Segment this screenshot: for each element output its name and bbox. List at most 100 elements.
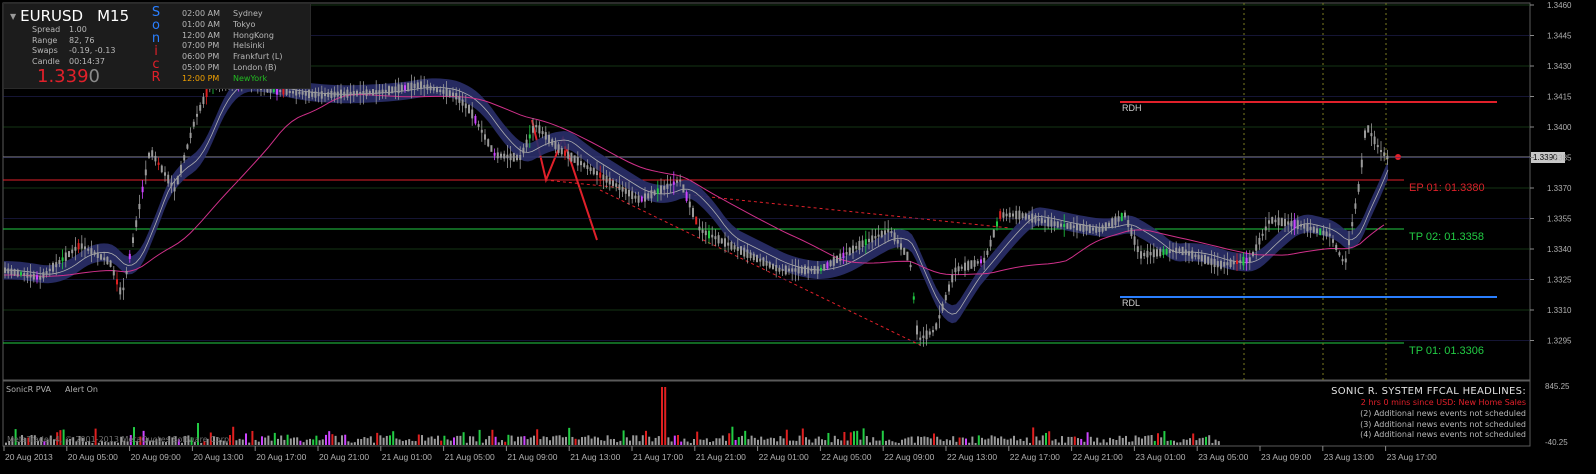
candle-body <box>423 85 426 88</box>
volume-bar <box>619 440 622 445</box>
candle-body <box>701 229 704 233</box>
trendline-upper[interactable] <box>544 179 1011 229</box>
candle-body <box>1271 217 1274 224</box>
market-sessions-list: 02:00 AM Sydney 01:00 AM Tokyo 12:00 AM HongK… <box>182 9 282 85</box>
volume-bar <box>795 440 798 445</box>
candle-body <box>631 191 634 200</box>
stat-row: Swaps -0.19, -0.13 <box>32 46 115 57</box>
candle-body <box>1213 258 1216 268</box>
volume-bar <box>587 435 590 445</box>
time-tick-label: 22 Aug 21:00 <box>1073 452 1123 462</box>
time-tick-label: 23 Aug 05:00 <box>1198 452 1248 462</box>
candle-body <box>916 325 918 335</box>
candle-body <box>330 90 333 98</box>
candle-body <box>1184 249 1187 255</box>
candle-body <box>698 226 701 231</box>
candle-body <box>900 243 902 250</box>
candle-body <box>535 125 538 128</box>
volume-bar <box>232 426 235 445</box>
session-row: 12:00 AM HongKong <box>182 31 282 42</box>
volume-bar <box>241 439 244 445</box>
volume-bar <box>1083 441 1086 445</box>
candle-body <box>548 135 550 143</box>
candle-body <box>602 174 605 180</box>
time-tick-label: 22 Aug 17:00 <box>1010 452 1060 462</box>
candle-body <box>372 89 374 96</box>
volume-bar <box>1067 436 1070 445</box>
candle-body <box>887 229 890 233</box>
volume-bar <box>1064 442 1067 445</box>
candle-body <box>20 272 22 276</box>
collapse-triangle-icon[interactable]: ▼ <box>10 12 16 21</box>
volume-bar <box>376 432 379 445</box>
volume-bar <box>1205 436 1207 445</box>
volume-bar <box>622 430 625 445</box>
candle-body <box>282 88 285 95</box>
price-tick-label: 1.3355 <box>1547 215 1572 224</box>
volume-bar <box>1192 433 1195 445</box>
candle-body <box>324 93 326 97</box>
volume-bar <box>568 427 571 445</box>
candle-body <box>1376 145 1379 148</box>
volume-bar <box>1073 436 1076 445</box>
candle-body <box>122 287 125 291</box>
time-tick-label: 20 Aug 13:00 <box>193 452 243 462</box>
candle-body <box>1156 249 1158 257</box>
volume-bar <box>680 441 683 445</box>
candle-body <box>1005 213 1008 217</box>
candle-body <box>503 153 506 159</box>
candle-body <box>186 144 189 149</box>
volume-bar <box>289 438 292 445</box>
candle-body <box>1149 252 1152 256</box>
price-tick-label: 1.3460 <box>1547 1 1572 10</box>
candle-body <box>1111 218 1114 228</box>
info-panel[interactable]: ▼ EURUSD M15 Spread 1.00 Range 82, 76 Swaps -… <box>3 3 311 89</box>
volume-bar <box>789 440 791 445</box>
volume-bar <box>440 440 443 445</box>
volume-bar <box>840 440 843 445</box>
volume-bar <box>593 436 596 445</box>
volume-bar <box>1032 427 1035 445</box>
volume-bar <box>677 435 679 445</box>
volume-bar <box>517 436 519 445</box>
volume-bar <box>481 442 484 445</box>
candle-body <box>957 266 960 272</box>
volume-bar <box>504 441 507 445</box>
volume-bar <box>709 441 711 445</box>
volume-bar <box>398 439 401 445</box>
candle-body <box>26 272 29 278</box>
candle-body <box>1021 213 1024 219</box>
volume-bar <box>856 430 859 445</box>
trendline-lower[interactable] <box>599 189 921 346</box>
volume-bar <box>801 428 804 445</box>
volume-bar <box>1000 436 1003 445</box>
candle-body <box>1053 221 1056 226</box>
candle-body <box>717 235 720 244</box>
candle-body <box>1191 250 1194 259</box>
candle-body <box>458 95 461 103</box>
candle-body <box>743 247 746 257</box>
candle-body <box>1264 226 1267 231</box>
candle-body <box>1232 261 1235 265</box>
candle-body <box>730 241 733 250</box>
candle-body <box>1056 221 1059 228</box>
candle-body <box>1024 213 1027 220</box>
volume-bar <box>1118 435 1121 445</box>
candle-body <box>1338 252 1341 256</box>
candle-body <box>100 254 102 260</box>
candle-body <box>1101 225 1104 232</box>
ema-band <box>4 73 1388 324</box>
time-tick-label: 20 Aug 2013 <box>5 452 53 462</box>
candle-body <box>807 266 810 274</box>
volume-bar <box>1051 440 1054 445</box>
volume-bar <box>1009 438 1012 445</box>
volume-bar <box>1166 440 1169 445</box>
candle-body <box>778 267 781 272</box>
volume-bar <box>248 442 251 445</box>
candle-body <box>1072 225 1075 228</box>
candle-body <box>32 273 35 280</box>
volume-bar <box>725 440 727 445</box>
volume-bar <box>264 437 267 445</box>
candle-body <box>672 181 675 185</box>
volume-bar <box>721 435 724 445</box>
